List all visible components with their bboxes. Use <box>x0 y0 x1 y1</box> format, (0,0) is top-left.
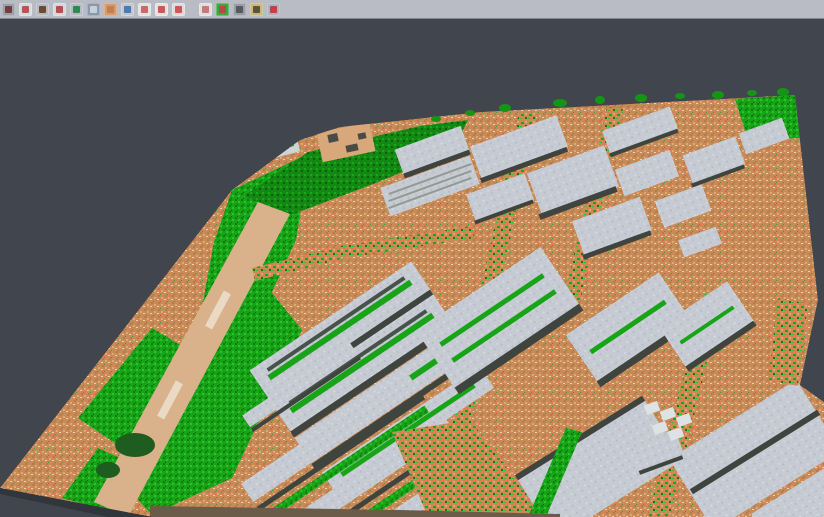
blue-slab-icon[interactable] <box>87 3 100 16</box>
brown-mound-icon[interactable] <box>36 3 49 16</box>
toolbar <box>0 0 824 19</box>
selection-brackets-icon-accent <box>175 6 182 13</box>
classification-colors-icon[interactable] <box>216 3 229 16</box>
red-teal-cross-icon-accent <box>22 6 29 13</box>
orange-square-icon[interactable] <box>104 3 117 16</box>
selection-brackets-icon[interactable] <box>172 3 185 16</box>
fringe-tree <box>777 88 789 96</box>
blue-slab-icon-accent <box>90 6 97 13</box>
green-hill-icon-accent <box>73 6 80 13</box>
globe-icon-accent <box>124 6 131 13</box>
point-cloud-scene <box>0 0 824 517</box>
classification-colors-icon-accent <box>219 6 226 13</box>
green-hill-icon[interactable] <box>70 3 83 16</box>
red-teal-cross-icon[interactable] <box>19 3 32 16</box>
fringe-tree <box>675 93 685 99</box>
dashed-square-icon[interactable] <box>199 3 212 16</box>
fringe-tree <box>595 96 605 104</box>
target-ring-icon-accent <box>158 6 165 13</box>
brown-mound-icon-accent <box>39 6 46 13</box>
maroon-cluster-icon-accent <box>5 6 12 13</box>
dashed-square-icon-accent <box>202 6 209 13</box>
globe-icon[interactable] <box>121 3 134 16</box>
gear-icon[interactable] <box>233 3 246 16</box>
viewport-3d-render[interactable] <box>0 0 824 517</box>
fringe-tree <box>465 110 475 116</box>
fringe-tree <box>499 104 511 112</box>
dark-brush-patch <box>96 462 120 478</box>
maroon-cluster-icon[interactable] <box>2 3 15 16</box>
dark-brush-patch <box>115 433 155 457</box>
fringe-tree <box>747 90 757 96</box>
toolbar-separator <box>189 3 195 16</box>
fringe-tree <box>431 116 441 122</box>
red-list-icon[interactable] <box>138 3 151 16</box>
dot-marker-icon-accent <box>56 6 63 13</box>
clip-cross-icon-accent <box>253 6 260 13</box>
fringe-tree <box>712 91 724 99</box>
fringe-tree <box>635 94 647 102</box>
red-bar-icon[interactable] <box>267 3 280 16</box>
dot-marker-icon[interactable] <box>53 3 66 16</box>
target-ring-icon[interactable] <box>155 3 168 16</box>
fringe-tree <box>553 99 567 107</box>
red-list-icon-accent <box>141 6 148 13</box>
orange-square-icon-accent <box>107 6 114 13</box>
red-bar-icon-accent <box>270 6 277 13</box>
gear-icon-accent <box>236 6 243 13</box>
clip-cross-icon[interactable] <box>250 3 263 16</box>
